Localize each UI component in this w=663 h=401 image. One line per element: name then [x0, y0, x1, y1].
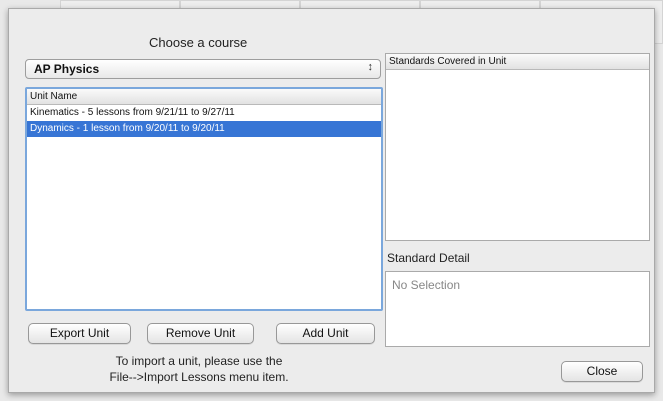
- dialog-title: Choose a course: [149, 35, 248, 50]
- standard-detail-field[interactable]: No Selection: [385, 271, 650, 347]
- close-button[interactable]: Close: [561, 361, 643, 382]
- standard-detail-label: Standard Detail: [387, 251, 470, 265]
- export-unit-button[interactable]: Export Unit: [28, 323, 131, 344]
- standards-column-header[interactable]: Standards Covered in Unit: [386, 54, 649, 70]
- standards-list[interactable]: Standards Covered in Unit: [385, 53, 650, 241]
- unit-name-column-header[interactable]: Unit Name: [27, 89, 381, 105]
- unit-list[interactable]: Unit Name Kinematics - 5 lessons from 9/…: [25, 87, 383, 311]
- updown-arrows-icon: ↕: [367, 61, 374, 73]
- import-hint-line-1: To import a unit, please use the: [115, 354, 283, 368]
- import-hint: To import a unit, please use the File-->…: [39, 353, 359, 385]
- course-select[interactable]: AP Physics ↕: [25, 59, 381, 79]
- course-select-value: AP Physics: [34, 62, 100, 76]
- unit-row-selected[interactable]: Dynamics - 1 lesson from 9/20/11 to 9/20…: [27, 121, 381, 137]
- import-hint-line-2: File-->Import Lessons menu item.: [109, 370, 289, 384]
- unit-manager-dialog: Choose a course AP Physics ↕ Unit Name K…: [8, 8, 655, 393]
- remove-unit-button[interactable]: Remove Unit: [147, 323, 254, 344]
- add-unit-button[interactable]: Add Unit: [276, 323, 375, 344]
- unit-row[interactable]: Kinematics - 5 lessons from 9/21/11 to 9…: [27, 105, 381, 121]
- standard-detail-placeholder: No Selection: [392, 278, 461, 292]
